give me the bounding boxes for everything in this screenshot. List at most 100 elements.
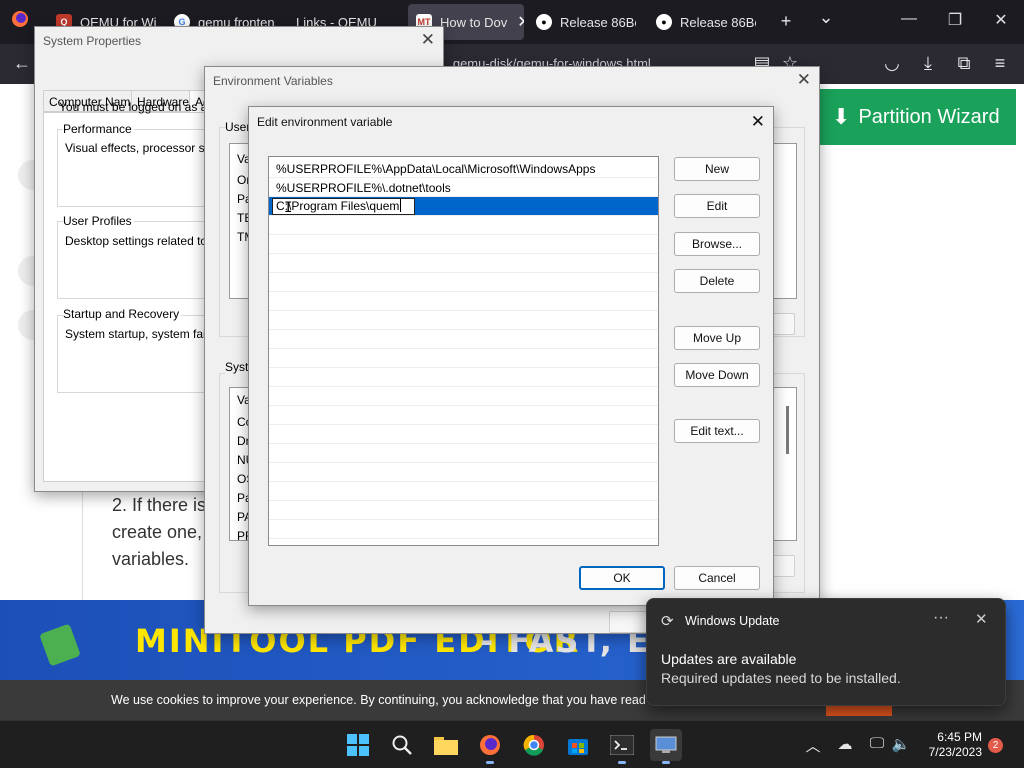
- list-item[interactable]: [269, 330, 658, 349]
- path-edit-input[interactable]: C:\Program Files\quem: [272, 198, 415, 215]
- new-tab-icon[interactable]: +: [774, 10, 798, 32]
- list-item[interactable]: [269, 368, 658, 387]
- list-item-selected[interactable]: C:\Program Files\quem: [269, 197, 658, 216]
- list-item[interactable]: [269, 273, 658, 292]
- close-icon[interactable]: ✕: [751, 112, 765, 132]
- delete-button[interactable]: Delete: [674, 269, 760, 293]
- list-item[interactable]: [269, 520, 658, 539]
- list-item[interactable]: [269, 406, 658, 425]
- list-item[interactable]: [269, 444, 658, 463]
- list-item[interactable]: [269, 463, 658, 482]
- store-button[interactable]: [562, 729, 594, 761]
- list-item[interactable]: [269, 254, 658, 273]
- computer-settings-icon: [655, 736, 677, 753]
- store-icon: [568, 739, 588, 755]
- more-options-icon[interactable]: ···: [933, 609, 949, 627]
- list-item[interactable]: [269, 349, 658, 368]
- extensions-icon[interactable]: ⧉: [952, 53, 976, 74]
- file-explorer-button[interactable]: [430, 729, 462, 761]
- volume-icon[interactable]: 🔈: [890, 735, 912, 753]
- tab-label: How to Dov: [440, 14, 508, 30]
- browse-button[interactable]: Browse...: [674, 232, 760, 256]
- notification-count-badge[interactable]: 2: [988, 738, 1003, 753]
- tab-list-icon[interactable]: ⌄: [814, 6, 838, 28]
- pocket-icon[interactable]: ◡: [880, 53, 904, 74]
- back-arrow-icon[interactable]: ←: [10, 53, 34, 74]
- notification-app-name: Windows Update: [685, 614, 780, 628]
- list-item[interactable]: [269, 235, 658, 254]
- text-caret: [400, 199, 402, 212]
- sync-icon: ⟳: [661, 613, 674, 630]
- path-entry: %USERPROFILE%\AppData\Local\Microsoft\Wi…: [276, 162, 596, 176]
- github-favicon-icon: ●: [536, 14, 552, 30]
- scrollbar-thumb[interactable]: [786, 406, 789, 454]
- close-icon[interactable]: ✕: [421, 30, 435, 50]
- performance-label: Performance: [63, 122, 134, 136]
- notification-heading: Updates are available: [661, 651, 797, 667]
- pdf-logo-icon: [39, 623, 81, 667]
- edit-button[interactable]: Edit: [674, 194, 760, 218]
- clock-date: 7/23/2023: [928, 745, 982, 759]
- list-item[interactable]: [269, 425, 658, 444]
- firefox-button[interactable]: [474, 729, 506, 764]
- performance-desc: Visual effects, processor sche: [65, 141, 224, 155]
- firefox-view-icon[interactable]: [8, 10, 32, 33]
- download-icon: ⬇: [832, 104, 851, 129]
- list-item[interactable]: [269, 387, 658, 406]
- window-title: Environment Variables: [213, 74, 333, 88]
- running-indicator: [618, 761, 626, 764]
- chrome-button[interactable]: [518, 729, 550, 761]
- clock-time: 6:45 PM: [937, 730, 982, 744]
- list-item[interactable]: %USERPROFILE%\.dotnet\tools: [269, 178, 658, 197]
- path-entries-list[interactable]: %USERPROFILE%\AppData\Local\Microsoft\Wi…: [268, 156, 659, 546]
- start-button[interactable]: [342, 729, 374, 761]
- cancel-button[interactable]: Cancel: [674, 566, 760, 590]
- path-edit-value: C:\Program Files\quem: [276, 199, 400, 213]
- close-tab-icon[interactable]: ✕: [517, 12, 524, 32]
- close-window-icon[interactable]: ✕: [986, 10, 1016, 30]
- partition-wizard-button[interactable]: ⬇ Partition Wizard: [820, 89, 1016, 145]
- windows-update-notification[interactable]: ⟳ Windows Update ··· ✕ Updates are avail…: [646, 598, 1006, 706]
- system-properties-taskbar-button[interactable]: [650, 729, 682, 764]
- list-item[interactable]: [269, 216, 658, 235]
- browser-tab[interactable]: ● Release 86Box: [656, 4, 756, 40]
- restore-icon[interactable]: ❐: [940, 10, 970, 30]
- tab-label: Release 86Box: [560, 14, 636, 30]
- menu-hamburger-icon[interactable]: ≡: [988, 53, 1012, 74]
- search-icon: [392, 735, 412, 755]
- dialog-title: Edit environment variable: [257, 115, 393, 129]
- cookie-text: We use cookies to improve your experienc…: [111, 693, 681, 707]
- window-title: System Properties: [43, 34, 142, 48]
- close-icon[interactable]: ✕: [797, 70, 811, 90]
- ok-button[interactable]: OK: [579, 566, 665, 590]
- terminal-button[interactable]: [606, 729, 638, 764]
- ibeam-cursor-icon: I: [284, 200, 293, 216]
- system-clock[interactable]: 6:45 PM 7/23/2023: [918, 730, 982, 760]
- admin-note: You must be logged on as an A: [59, 100, 225, 114]
- chevron-up-icon[interactable]: ︿: [802, 735, 824, 756]
- minimize-icon[interactable]: —: [894, 10, 924, 28]
- edit-text-button[interactable]: Edit text...: [674, 419, 760, 443]
- github-favicon-icon: ●: [656, 14, 672, 30]
- path-entry: %USERPROFILE%\.dotnet\tools: [276, 181, 451, 195]
- download-icon[interactable]: ⤓: [916, 53, 940, 74]
- move-up-button[interactable]: Move Up: [674, 326, 760, 350]
- list-item[interactable]: [269, 292, 658, 311]
- monitor-icon[interactable]: 🖵: [866, 735, 888, 752]
- search-button[interactable]: [386, 729, 418, 761]
- browser-tab[interactable]: ● Release 86Box: [536, 4, 636, 40]
- chrome-icon: [523, 734, 544, 756]
- list-item[interactable]: [269, 482, 658, 501]
- list-item[interactable]: [269, 501, 658, 520]
- move-down-button[interactable]: Move Down: [674, 363, 760, 387]
- terminal-icon: [610, 735, 634, 755]
- windows-logo-icon: [347, 734, 369, 756]
- startup-label: Startup and Recovery: [63, 307, 182, 321]
- list-item[interactable]: %USERPROFILE%\AppData\Local\Microsoft\Wi…: [269, 159, 658, 178]
- close-icon[interactable]: ✕: [975, 610, 988, 628]
- user-profiles-label: User Profiles: [63, 214, 134, 228]
- cloud-offline-icon[interactable]: ☁: [834, 735, 856, 753]
- list-item[interactable]: [269, 311, 658, 330]
- tab-label: Release 86Box: [680, 14, 756, 30]
- new-button[interactable]: New: [674, 157, 760, 181]
